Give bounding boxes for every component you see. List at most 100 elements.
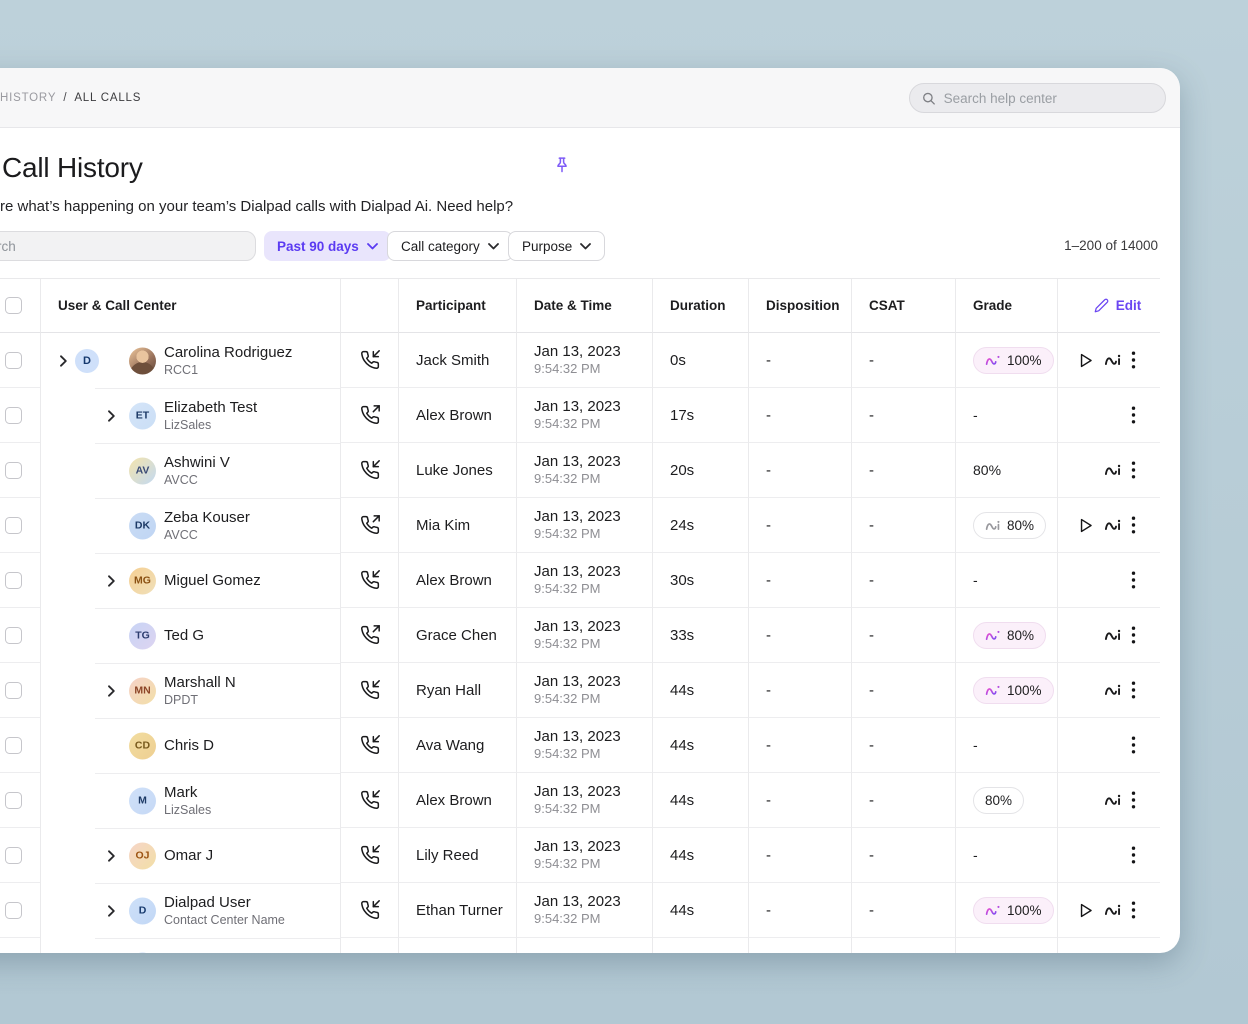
expand-chevron-icon[interactable] [107, 904, 116, 917]
row-menu-button[interactable] [1131, 846, 1136, 864]
user-cell[interactable]: OJ Omar J [40, 828, 340, 883]
play-recording-button[interactable] [1076, 351, 1095, 370]
call-date: Jan 13, 2023 [534, 783, 621, 801]
csat-cell: - [851, 828, 955, 883]
user-text: Mark LizSales [164, 784, 211, 818]
play-recording-button[interactable] [1076, 901, 1095, 920]
expand-chevron-icon[interactable] [107, 574, 116, 587]
row-checkbox[interactable] [5, 517, 22, 534]
row-checkbox[interactable] [5, 737, 22, 754]
row-menu-button[interactable] [1131, 681, 1136, 699]
edit-columns-button[interactable]: Edit [1057, 279, 1160, 333]
user-text: Miguel Gomez [164, 572, 261, 590]
play-recording-button[interactable] [1076, 516, 1095, 535]
breadcrumb-current[interactable]: ALL CALLS [74, 92, 141, 104]
row-checkbox[interactable] [5, 847, 22, 864]
expand-chevron-icon[interactable] [107, 849, 116, 862]
row-menu-button[interactable] [1131, 791, 1136, 809]
col-disposition[interactable]: Disposition [748, 279, 851, 333]
row-checkbox[interactable] [5, 572, 22, 589]
ai-transcript-button[interactable] [1104, 462, 1122, 478]
grade-value: - [973, 737, 978, 753]
call-search-input[interactable] [0, 231, 256, 261]
grade-cell: 100% [955, 333, 1057, 388]
col-csat[interactable]: CSAT [851, 279, 955, 333]
ai-transcript-button[interactable] [1104, 682, 1122, 698]
user-cell[interactable]: TG Ted G [40, 608, 340, 663]
user-cell[interactable]: ET Elizabeth Test LizSales [40, 388, 340, 443]
call-category-filter[interactable]: Call category [387, 231, 513, 261]
user-cell[interactable]: MG Miguel Gomez [40, 553, 340, 608]
call-center-name: DPDT [164, 692, 236, 708]
select-all-checkbox[interactable] [5, 297, 22, 314]
col-date-time[interactable]: Date & Time [516, 279, 652, 333]
user-cell[interactable]: AV Ashwini V AVCC [40, 443, 340, 498]
row-menu-button[interactable] [1131, 516, 1136, 534]
ai-transcript-button[interactable] [1104, 627, 1122, 643]
call-time: 9:54:32 PM [534, 471, 621, 487]
row-select-cell [0, 498, 40, 553]
date-range-filter[interactable]: Past 90 days [264, 231, 391, 261]
row-select-cell [0, 828, 40, 883]
call-direction-cell [340, 498, 398, 553]
csat-cell: - [851, 333, 955, 388]
user-text: Dialpad User Contact Center Name [164, 894, 285, 928]
user-cell[interactable]: CD Chris D [40, 718, 340, 773]
row-menu-button[interactable] [1131, 736, 1136, 754]
page-subtitle: re what’s happening on your team’s Dialp… [0, 198, 513, 215]
inbound-call-icon [360, 845, 380, 865]
col-duration[interactable]: Duration [652, 279, 748, 333]
row-menu-button[interactable] [1131, 461, 1136, 479]
call-time: 9:54:32 PM [534, 581, 621, 597]
help-search-input[interactable] [944, 91, 1153, 106]
row-menu-button[interactable] [1131, 901, 1136, 919]
user-cell[interactable]: DK Zeba Kouser AVCC [40, 498, 340, 553]
participant-cell: Ethan Turner [398, 883, 516, 938]
row-checkbox[interactable] [5, 462, 22, 479]
user-cell[interactable]: D Dialpad User Contact Center Name [40, 883, 340, 938]
row-menu-button[interactable] [1131, 626, 1136, 644]
col-participant[interactable]: Participant [398, 279, 516, 333]
disposition-cell: - [748, 883, 851, 938]
user-cell[interactable]: M Mark LizSales [40, 773, 340, 828]
row-checkbox[interactable] [5, 407, 22, 424]
row-select-cell [0, 608, 40, 663]
ai-transcript-button[interactable] [1104, 517, 1122, 533]
expand-chevron-icon[interactable] [107, 409, 116, 422]
row-checkbox[interactable] [5, 682, 22, 699]
ai-transcript-button[interactable] [1104, 902, 1122, 918]
ai-transcript-button[interactable] [1104, 792, 1122, 808]
participant-cell: Luke Jones [398, 443, 516, 498]
col-user[interactable]: User & Call Center [40, 279, 340, 333]
participant-name: Lily Reed [416, 847, 479, 864]
row-menu-button[interactable] [1131, 571, 1136, 589]
user-text: Marshall N DPDT [164, 674, 236, 708]
pin-icon[interactable] [553, 155, 573, 177]
grade-value: - [973, 407, 978, 423]
csat-cell: - [851, 773, 955, 828]
participant-cell: Grace Chen [398, 608, 516, 663]
expand-chevron-icon[interactable] [59, 354, 68, 367]
row-menu-button[interactable] [1131, 406, 1136, 424]
row-checkbox[interactable] [5, 627, 22, 644]
col-grade[interactable]: Grade [955, 279, 1057, 333]
call-date: Jan 13, 2023 [534, 398, 621, 416]
expand-chevron-icon[interactable] [107, 684, 116, 697]
row-checkbox[interactable] [5, 792, 22, 809]
user-name: Mark [164, 784, 211, 802]
ai-transcript-button[interactable] [1104, 352, 1122, 368]
breadcrumb-parent[interactable]: HISTORY [0, 92, 56, 104]
help-search[interactable] [909, 83, 1166, 113]
row-menu-button[interactable] [1131, 351, 1136, 369]
inbound-call-icon [360, 460, 380, 480]
user-cell[interactable]: MN Marshall N DPDT [40, 663, 340, 718]
row-checkbox[interactable] [5, 352, 22, 369]
kebab-menu-icon [1131, 461, 1136, 479]
grade-pill: 80% [973, 512, 1046, 539]
user-cell[interactable]: D Dialpad User [40, 938, 340, 953]
duration-cell [652, 938, 748, 953]
csat-cell: - [851, 388, 955, 443]
user-cell[interactable]: D Carolina Rodriguez RCC1 [40, 333, 340, 388]
purpose-filter[interactable]: Purpose [508, 231, 605, 261]
row-checkbox[interactable] [5, 902, 22, 919]
